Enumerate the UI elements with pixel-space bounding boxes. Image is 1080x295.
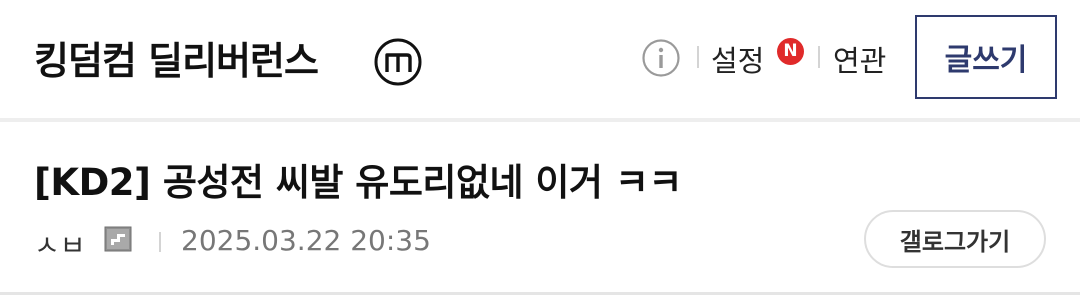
gallery-title[interactable]: 킹덤컴 딜리버런스 [34,30,319,85]
write-button[interactable]: 글쓰기 [915,15,1057,99]
meta-separator [159,232,161,252]
post-title: [KD2] 공성전 씨발 유도리없네 이거 ㅋㅋ [34,161,682,204]
header-separator [697,46,699,68]
gallog-button[interactable]: 갤로그가기 [864,210,1046,268]
post-date: 2025.03.22 20:35 [181,224,431,257]
related-link[interactable]: 연관 [833,38,886,80]
fixed-member-icon[interactable] [104,226,132,252]
header-divider [0,118,1080,122]
header-separator [818,46,820,68]
settings-link[interactable]: 설정 [711,38,764,80]
author-name[interactable]: ㅅㅂ [34,224,86,264]
info-icon[interactable] [641,38,681,78]
new-badge: N [777,38,804,65]
gallery-header: 킹덤컴 딜리버런스 설정 N 연관 글쓰기 [0,0,1080,118]
minor-gallery-m-icon [374,38,422,86]
